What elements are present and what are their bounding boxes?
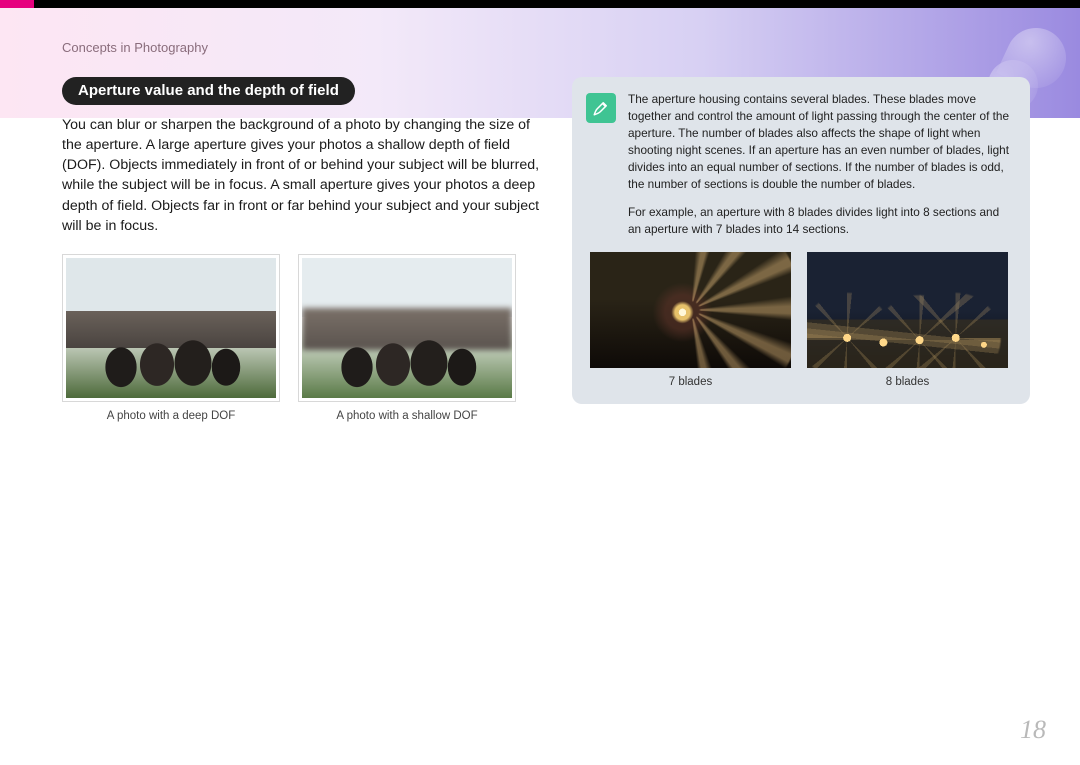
dof-photo-row: A photo with a deep DOF A photo with a s… <box>62 254 552 422</box>
eight-blades-image <box>807 252 1008 368</box>
section-heading-pill: Aperture value and the depth of field <box>62 77 355 105</box>
breadcrumb: Concepts in Photography <box>62 40 1030 55</box>
dof-shallow-caption: A photo with a shallow DOF <box>298 410 516 422</box>
sidebar-text: The aperture housing contains several bl… <box>628 91 1012 238</box>
two-column-layout: Aperture value and the depth of field Yo… <box>62 77 1030 422</box>
dof-shallow-image <box>302 258 512 398</box>
seven-blades-image <box>590 252 791 368</box>
seven-blades-caption: 7 blades <box>590 376 791 388</box>
sidebar-photo-row: 7 blades 8 blades <box>586 252 1012 388</box>
seven-blades-card: 7 blades <box>590 252 791 388</box>
sidebar-note-box: The aperture housing contains several bl… <box>572 77 1030 404</box>
dof-shallow-card: A photo with a shallow DOF <box>298 254 516 422</box>
dof-deep-image <box>66 258 276 398</box>
dof-deep-card: A photo with a deep DOF <box>62 254 280 422</box>
dof-shallow-frame <box>298 254 516 402</box>
dof-deep-caption: A photo with a deep DOF <box>62 410 280 422</box>
pen-icon <box>586 93 616 123</box>
eight-blades-caption: 8 blades <box>807 376 1008 388</box>
page-content: Concepts in Photography Aperture value a… <box>0 0 1080 452</box>
eight-blades-card: 8 blades <box>807 252 1008 388</box>
sidebar-paragraph-2: For example, an aperture with 8 blades d… <box>628 204 1012 238</box>
dof-deep-frame <box>62 254 280 402</box>
sidebar-header-row: The aperture housing contains several bl… <box>586 91 1012 238</box>
left-column: Aperture value and the depth of field Yo… <box>62 77 552 422</box>
sidebar-paragraph-1: The aperture housing contains several bl… <box>628 91 1012 194</box>
body-paragraph: You can blur or sharpen the background o… <box>62 115 552 236</box>
page-number: 18 <box>1020 715 1046 745</box>
right-column: The aperture housing contains several bl… <box>572 77 1030 404</box>
